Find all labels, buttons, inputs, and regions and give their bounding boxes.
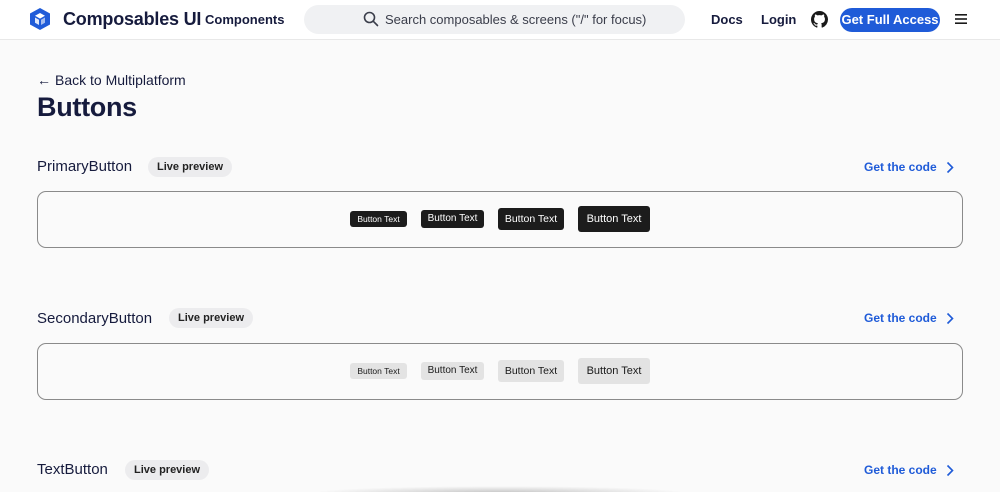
github-icon[interactable] <box>811 11 828 28</box>
live-preview-badge: Live preview <box>169 308 254 328</box>
get-code-label: Get the code <box>864 463 937 477</box>
search-placeholder[interactable]: Search composables & screens ("/" for fo… <box>385 12 646 27</box>
chevron-right-icon <box>946 312 954 325</box>
section-title-secondary: SecondaryButton <box>37 310 153 327</box>
secondary-button-xlarge[interactable]: Button Text <box>578 358 650 384</box>
chevron-right-icon <box>946 161 954 174</box>
arrow-left-icon: ← <box>37 72 51 88</box>
get-code-link-primary[interactable]: Get the code <box>864 160 954 174</box>
get-full-access-button[interactable]: Get Full Access <box>840 8 940 32</box>
brand-name[interactable]: Composables UI <box>63 9 201 30</box>
back-link-label: Back to Multiplatform <box>55 72 186 88</box>
page-title: Buttons <box>37 92 137 122</box>
secondary-button-large[interactable]: Button Text <box>498 360 564 382</box>
search-icon <box>363 11 379 27</box>
get-code-label: Get the code <box>864 160 937 174</box>
section-title-text: TextButton <box>37 461 108 478</box>
primary-button-xlarge[interactable]: Button Text <box>578 206 650 232</box>
primary-button-large[interactable]: Button Text <box>498 208 564 230</box>
primary-button-medium[interactable]: Button Text <box>421 210 484 228</box>
chevron-right-icon <box>946 464 954 477</box>
nav-components-link[interactable]: Components <box>205 12 284 27</box>
nav-login-link[interactable]: Login <box>761 12 796 27</box>
get-code-link-text[interactable]: Get the code <box>864 463 954 477</box>
cube-logo-icon[interactable] <box>28 7 52 31</box>
secondary-button-medium[interactable]: Button Text <box>421 362 484 380</box>
get-code-link-secondary[interactable]: Get the code <box>864 311 954 325</box>
top-navbar: Composables UI Components Search composa… <box>0 0 1000 40</box>
section-title-primary: PrimaryButton <box>37 158 133 175</box>
live-preview-badge: Live preview <box>125 460 210 480</box>
live-preview-badge: Live preview <box>148 157 233 177</box>
nav-docs-link[interactable]: Docs <box>711 12 743 27</box>
get-code-label: Get the code <box>864 311 937 325</box>
primary-button-small[interactable]: Button Text <box>350 211 407 227</box>
secondary-button-small[interactable]: Button Text <box>350 363 407 379</box>
preview-shadow <box>310 486 690 492</box>
hamburger-menu-icon[interactable] <box>955 13 967 25</box>
back-link[interactable]: ← Back to Multiplatform <box>37 72 186 88</box>
